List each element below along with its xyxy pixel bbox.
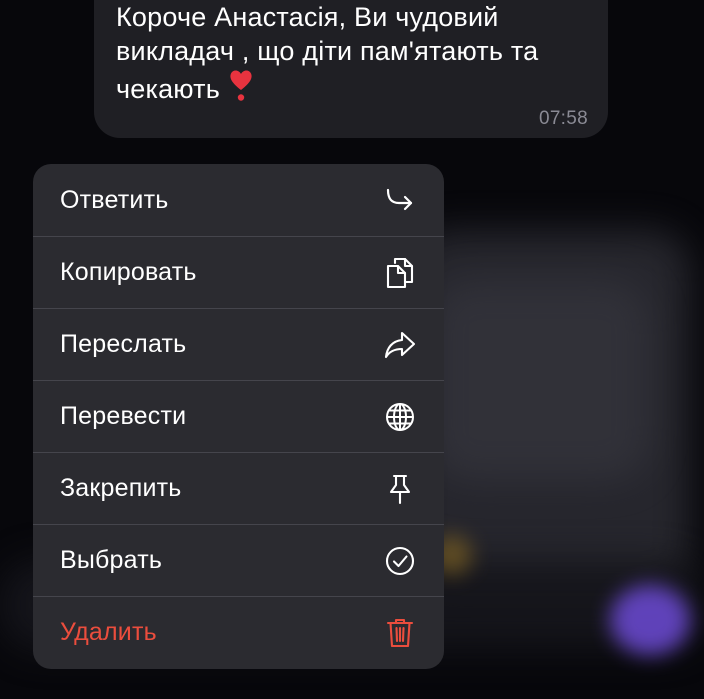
menu-item-reply[interactable]: Ответить	[33, 164, 444, 236]
context-menu: Ответить Копировать Переслать Перевести …	[33, 164, 444, 669]
menu-item-delete[interactable]: Удалить	[33, 596, 444, 668]
menu-item-select[interactable]: Выбрать	[33, 524, 444, 596]
menu-item-label: Перевести	[60, 402, 187, 430]
message-line-3: чекають	[116, 68, 596, 110]
heart-exclamation-emoji	[228, 68, 254, 110]
pin-icon	[384, 473, 416, 505]
menu-item-label: Ответить	[60, 185, 169, 214]
forward-icon	[384, 329, 416, 361]
globe-icon	[384, 401, 416, 433]
menu-item-pin[interactable]: Закрепить	[33, 452, 444, 524]
select-check-icon	[384, 545, 416, 577]
reply-icon	[384, 184, 416, 216]
trash-icon	[384, 617, 416, 649]
blurred-send-button	[610, 585, 690, 655]
menu-item-label: Выбрать	[60, 546, 163, 574]
message-time: 07:58	[538, 108, 588, 129]
message-line-1: Короче Анастасія, Ви чудовий	[116, 2, 499, 32]
menu-item-copy[interactable]: Копировать	[33, 236, 444, 308]
menu-item-label: Переслать	[60, 330, 187, 358]
message-line-3-text: чекають	[116, 74, 220, 104]
blurred-message-area-highlight	[430, 280, 650, 480]
menu-item-label: Удалить	[60, 618, 157, 646]
copy-icon	[384, 257, 416, 289]
menu-item-translate[interactable]: Перевести	[33, 380, 444, 452]
menu-item-label: Копировать	[60, 258, 197, 286]
menu-item-forward[interactable]: Переслать	[33, 308, 444, 380]
message-line-2: викладач , що діти пам'ятають та	[116, 36, 539, 66]
message-text: Короче Анастасія, Ви чудовий викладач , …	[116, 0, 596, 110]
menu-item-label: Закрепить	[60, 474, 182, 502]
